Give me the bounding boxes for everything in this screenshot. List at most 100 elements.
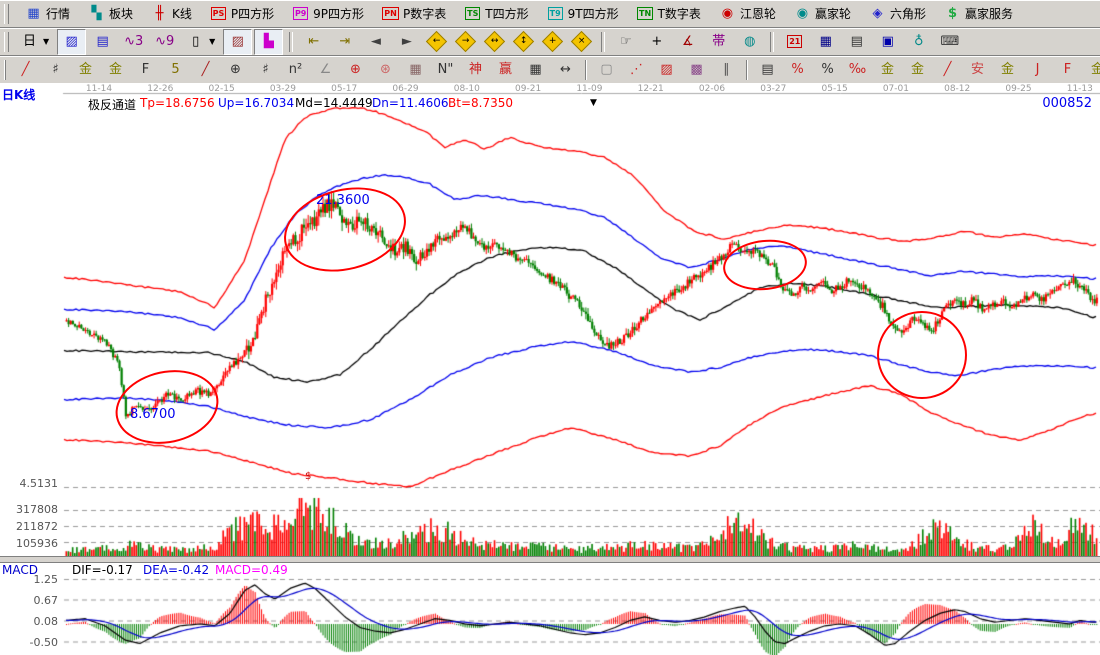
network-button[interactable]: ♁ [904,29,933,55]
percent-tool[interactable]: % [813,57,842,83]
pencil-tool[interactable]: ╱ [11,57,40,83]
info-view-button[interactable]: ▤ [88,29,117,55]
angle-measure-tool[interactable]: ∠ [311,57,340,83]
save-button[interactable]: ▣ [873,29,902,55]
t-square-button[interactable]: TST四方形 [458,1,534,27]
target-circle-tool[interactable]: ⊕ [341,57,370,83]
n-marks-tool[interactable]: N" [431,57,460,83]
quotes-icon: ▦ [25,5,42,22]
f-lines-tool[interactable]: F [131,57,160,83]
first-page-button-icon: ⇤ [305,33,322,50]
gold-angle-tool[interactable]: 金 [993,57,1022,83]
gold-angle-tool-2-icon: 金 [1089,61,1100,78]
last-page-button[interactable]: ⇥ [330,29,359,55]
angle-tool-button[interactable]: ∡ [673,29,702,55]
gold-level-tool[interactable]: 金 [903,57,932,83]
sectors-button-label: 板块 [109,5,133,22]
9t-square-button[interactable]: T99T四方形 [541,1,625,27]
toolbar-separator [770,32,774,52]
wave3-button[interactable]: ∿3 [119,29,148,55]
brain-tool-button[interactable]: ◍ [735,29,764,55]
indicator-value: Dn=11.4606 [372,96,449,110]
j-angle-tool-icon: J [1029,61,1046,78]
purple-grid-tool[interactable]: ▩ [682,57,711,83]
percent-table-tool[interactable]: ▤ [753,57,782,83]
percent-red-tool[interactable]: % [783,57,812,83]
diamond-left-button[interactable]: ← [423,29,450,55]
fan-lines-tool[interactable]: ⋰ [622,57,651,83]
workstation-button[interactable]: ⌨ [935,29,964,55]
gold-circle-tool-icon: 金 [879,61,896,78]
gold-gate-tool-1[interactable]: 金 [71,57,100,83]
diamond-right-button-icon: → [455,31,476,52]
notes-button[interactable]: ▤ [842,29,871,55]
date-tick: 09-25 [1002,84,1036,94]
sectors-button[interactable]: ▚板块 [82,1,139,27]
ying-grid-tool[interactable]: 赢 [491,57,520,83]
diamond-right-button[interactable]: → [452,29,479,55]
f-angle-tool[interactable]: F [1053,57,1082,83]
prev-button[interactable]: ◄ [361,29,390,55]
price-grid-tool[interactable]: ▦ [401,57,430,83]
calculator-button[interactable]: ▦ [811,29,840,55]
an-angle-tool[interactable]: 安 [963,57,992,83]
quotes-button[interactable]: ▦行情 [19,1,76,27]
shade-grid-tool[interactable]: ▨ [652,57,681,83]
comb-lines-tool-2-icon: ♯ [257,61,274,78]
gann-band-button[interactable]: 帯 [704,29,733,55]
box-select-tool[interactable]: ▢ [592,57,621,83]
shen-grid-tool[interactable]: 神 [461,57,490,83]
winner-service-button[interactable]: $赢家服务 [938,1,1019,27]
first-page-button[interactable]: ⇤ [299,29,328,55]
gold-gate-tool-2[interactable]: 金 [101,57,130,83]
diamond-plus-button[interactable]: + [539,29,566,55]
calendar-button[interactable]: 21 [780,29,809,55]
gold-angle-tool-2[interactable]: 金 [1083,57,1100,83]
wheel-grid-tool[interactable]: ⊛ [371,57,400,83]
p-square-button[interactable]: PSP四方形 [204,1,280,27]
date-tick: 11-14 [82,84,116,94]
pattern-view-button[interactable]: ▨ [223,29,252,55]
hand-tool-button[interactable]: ☞ [611,29,640,55]
macd-value: MACD=0.49 [215,563,288,577]
winner-wheel-button[interactable]: ◉赢家轮 [788,1,857,27]
permille-tool[interactable]: ‰ [843,57,872,83]
kline-button[interactable]: ╫K线 [145,1,198,27]
shen-grid-tool-icon: 神 [467,61,484,78]
comb-lines-tool-2[interactable]: ♯ [251,57,280,83]
next-button[interactable]: ► [392,29,421,55]
candle-view-button[interactable]: ▨ [57,29,86,55]
crosshair-tool-button[interactable]: + [642,29,671,55]
j-angle-tool[interactable]: J [1023,57,1052,83]
diamond-shrink-button-icon: ↕ [513,31,534,52]
9p-square-button[interactable]: P99P四方形 [286,1,370,27]
pencil-ruler-tool[interactable]: ╱ [191,57,220,83]
diamond-cross-button[interactable]: × [568,29,595,55]
bar-style-dropdown[interactable]: ▯▼ [181,29,221,55]
p-square-icon: PS [210,5,227,22]
parallel-lines-tool[interactable]: ∥ [712,57,741,83]
comb-lines-tool[interactable]: ♯ [41,57,70,83]
width-measure-tool[interactable]: ↔ [551,57,580,83]
five-lines-tool[interactable]: 5 [161,57,190,83]
date-tick: 12-26 [143,84,177,94]
f-lines-tool-icon: F [137,61,154,78]
hexagon-button[interactable]: ◈六角形 [863,1,932,27]
gann-wheel-button[interactable]: ◉江恩轮 [713,1,782,27]
gann-band-button-icon: 帯 [710,33,727,50]
t-table-button[interactable]: TNT数字表 [631,1,707,27]
diamond-shrink-button[interactable]: ↕ [510,29,537,55]
shade-grid-tool-icon: ▨ [658,61,675,78]
p-table-button[interactable]: PNP数字表 [376,1,452,27]
brain-tool-button-icon: ◍ [741,33,758,50]
panel-separator[interactable] [0,556,1100,563]
compass-tool[interactable]: ⊕ [221,57,250,83]
period-dropdown[interactable]: 日▼ [15,29,55,55]
n-squared-tool[interactable]: n² [281,57,310,83]
gold-circle-tool[interactable]: 金 [873,57,902,83]
pencil-flag-tool[interactable]: ╱ [933,57,962,83]
wave9-button[interactable]: ∿9 [150,29,179,55]
diamond-expand-button[interactable]: ↔ [481,29,508,55]
ruler-123-tool[interactable]: ▦ [521,57,550,83]
color-chart-button[interactable]: ▙ [254,29,283,55]
